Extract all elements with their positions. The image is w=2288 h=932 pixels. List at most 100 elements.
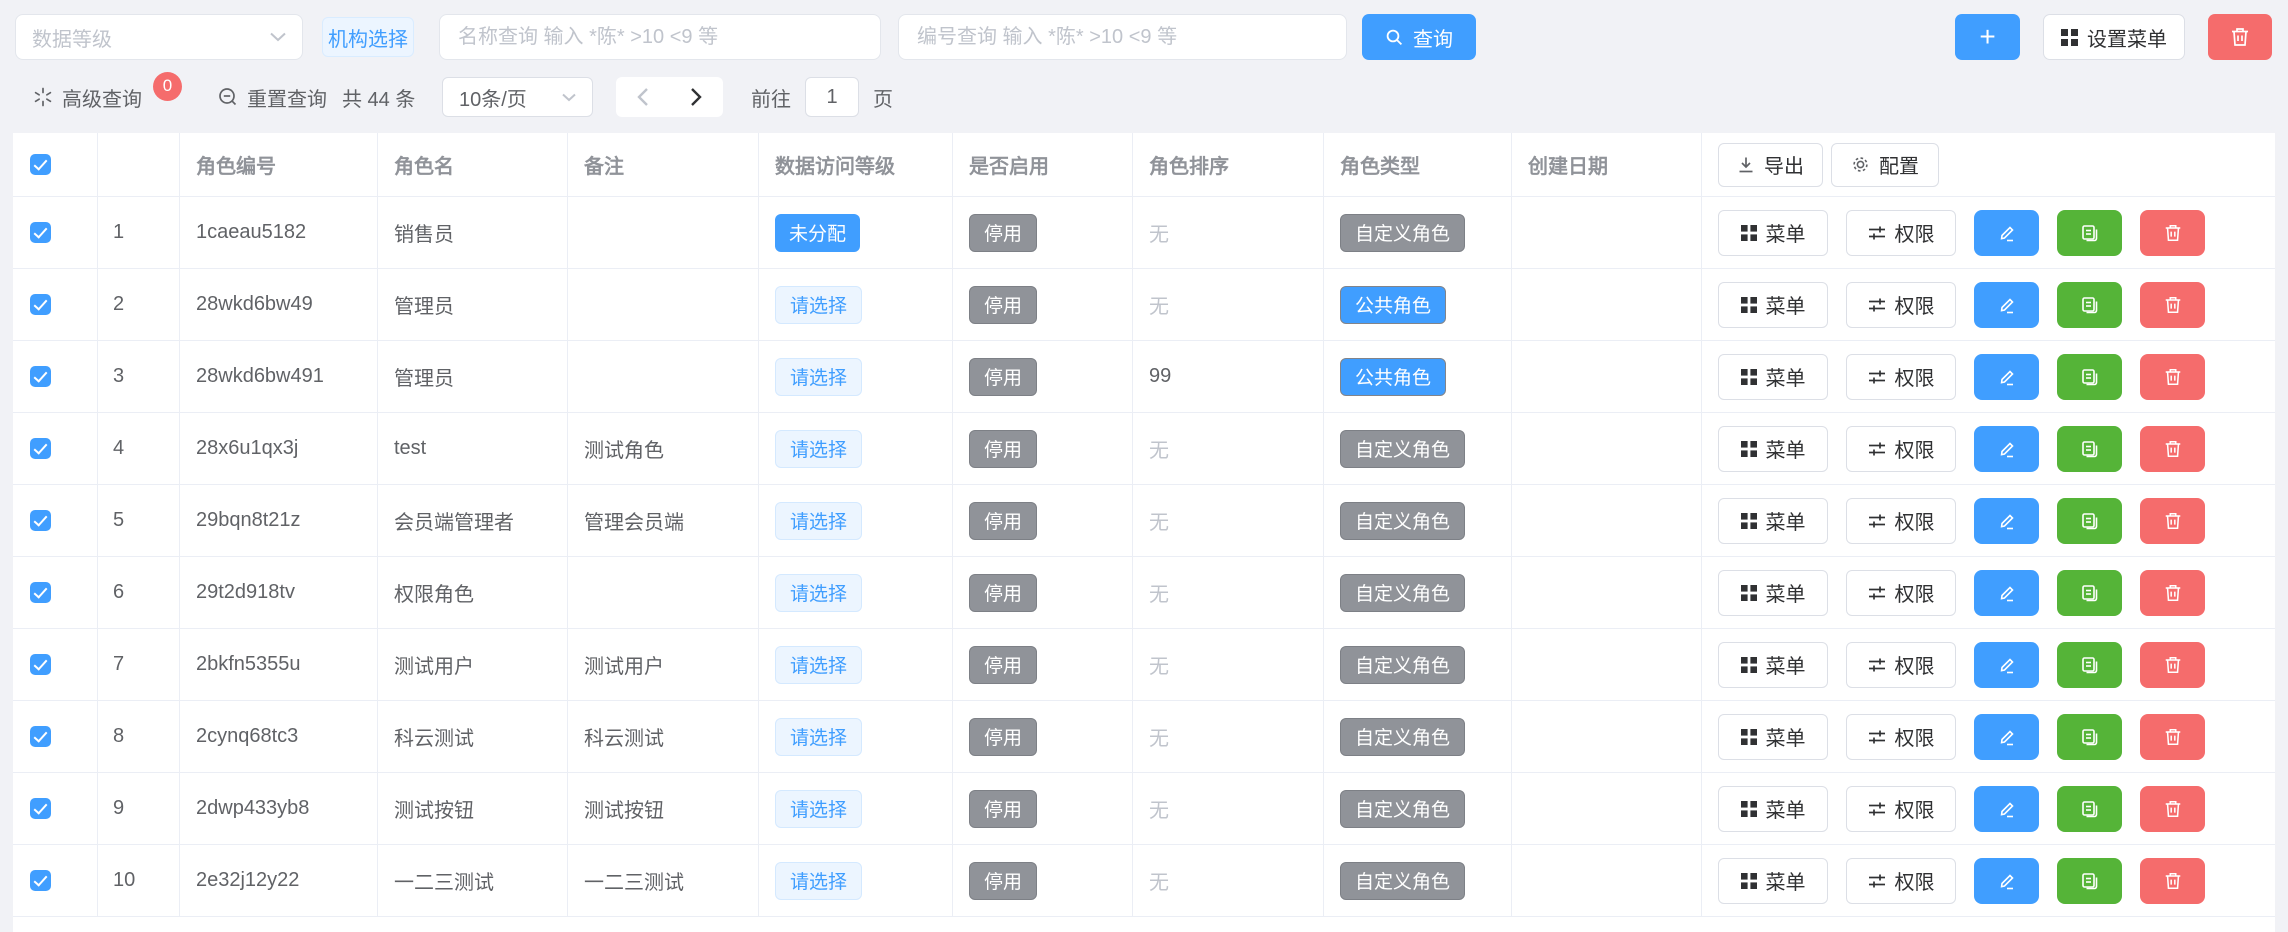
- enabled-badge[interactable]: 停用: [969, 718, 1037, 756]
- code-query-input[interactable]: [898, 14, 1347, 60]
- row-copy-button[interactable]: [2057, 786, 2122, 832]
- row-checkbox[interactable]: [30, 294, 51, 315]
- access-level-badge[interactable]: 请选择: [775, 430, 862, 468]
- pencil-icon: [1997, 367, 2017, 387]
- access-level-badge[interactable]: 请选择: [775, 574, 862, 612]
- row-edit-button[interactable]: [1974, 786, 2039, 832]
- row-edit-button[interactable]: [1974, 642, 2039, 688]
- enabled-badge[interactable]: 停用: [969, 430, 1037, 468]
- row-delete-button[interactable]: [2140, 210, 2205, 256]
- row-menu-button[interactable]: 菜单: [1718, 498, 1828, 544]
- row-permission-button[interactable]: 权限: [1846, 354, 1956, 400]
- export-button[interactable]: 导出: [1718, 143, 1823, 187]
- row-edit-button[interactable]: [1974, 498, 2039, 544]
- access-level-badge[interactable]: 请选择: [775, 718, 862, 756]
- add-button[interactable]: +: [1955, 14, 2020, 60]
- row-permission-button[interactable]: 权限: [1846, 282, 1956, 328]
- row-delete-button[interactable]: [2140, 570, 2205, 616]
- access-level-badge[interactable]: 请选择: [775, 502, 862, 540]
- config-button[interactable]: 配置: [1831, 143, 1939, 187]
- row-checkbox[interactable]: [30, 870, 51, 891]
- row-copy-button[interactable]: [2057, 498, 2122, 544]
- row-checkbox[interactable]: [30, 726, 51, 747]
- enabled-badge[interactable]: 停用: [969, 574, 1037, 612]
- select-all-checkbox[interactable]: [30, 154, 51, 175]
- enabled-badge[interactable]: 停用: [969, 790, 1037, 828]
- row-edit-button[interactable]: [1974, 210, 2039, 256]
- row-menu-button[interactable]: 菜单: [1718, 786, 1828, 832]
- org-select-button[interactable]: 机构选择: [322, 17, 414, 57]
- row-menu-button[interactable]: 菜单: [1718, 210, 1828, 256]
- enabled-badge[interactable]: 停用: [969, 862, 1037, 900]
- row-permission-button[interactable]: 权限: [1846, 858, 1956, 904]
- row-permission-button[interactable]: 权限: [1846, 498, 1956, 544]
- row-edit-button[interactable]: [1974, 858, 2039, 904]
- advanced-query-button[interactable]: 高级查询 0: [33, 77, 182, 117]
- row-permission-button[interactable]: 权限: [1846, 570, 1956, 616]
- row-checkbox[interactable]: [30, 438, 51, 459]
- row-checkbox[interactable]: [30, 582, 51, 603]
- row-menu-button[interactable]: 菜单: [1718, 858, 1828, 904]
- row-copy-button[interactable]: [2057, 570, 2122, 616]
- row-delete-button[interactable]: [2140, 426, 2205, 472]
- access-level-badge[interactable]: 请选择: [775, 646, 862, 684]
- page-size-select[interactable]: 10条/页: [442, 77, 593, 117]
- reset-query-button[interactable]: 重置查询: [218, 77, 327, 117]
- setup-menu-button[interactable]: 设置菜单: [2043, 14, 2185, 60]
- enabled-badge[interactable]: 停用: [969, 502, 1037, 540]
- row-edit-button[interactable]: [1974, 426, 2039, 472]
- row-delete-button[interactable]: [2140, 786, 2205, 832]
- name-query-input[interactable]: [439, 14, 881, 60]
- row-copy-button[interactable]: [2057, 282, 2122, 328]
- access-level-badge[interactable]: 未分配: [775, 214, 860, 252]
- row-checkbox[interactable]: [30, 510, 51, 531]
- row-checkbox[interactable]: [30, 366, 51, 387]
- row-copy-button[interactable]: [2057, 354, 2122, 400]
- row-permission-button[interactable]: 权限: [1846, 642, 1956, 688]
- row-delete-button[interactable]: [2140, 642, 2205, 688]
- row-checkbox[interactable]: [30, 798, 51, 819]
- row-menu-button[interactable]: 菜单: [1718, 714, 1828, 760]
- access-level-badge[interactable]: 请选择: [775, 862, 862, 900]
- row-menu-button[interactable]: 菜单: [1718, 282, 1828, 328]
- row-copy-button[interactable]: [2057, 714, 2122, 760]
- row-edit-button[interactable]: [1974, 714, 2039, 760]
- row-copy-button[interactable]: [2057, 642, 2122, 688]
- access-level-badge[interactable]: 请选择: [775, 358, 862, 396]
- row-copy-button[interactable]: [2057, 858, 2122, 904]
- row-menu-button[interactable]: 菜单: [1718, 642, 1828, 688]
- row-menu-button[interactable]: 菜单: [1718, 426, 1828, 472]
- access-level-badge[interactable]: 请选择: [775, 286, 862, 324]
- row-edit-button[interactable]: [1974, 354, 2039, 400]
- row-permission-button[interactable]: 权限: [1846, 426, 1956, 472]
- data-level-select[interactable]: 数据等级: [15, 14, 303, 60]
- row-checkbox[interactable]: [30, 222, 51, 243]
- row-menu-button[interactable]: 菜单: [1718, 354, 1828, 400]
- chevron-left-icon[interactable]: [636, 87, 649, 107]
- enabled-badge[interactable]: 停用: [969, 286, 1037, 324]
- row-permission-button[interactable]: 权限: [1846, 714, 1956, 760]
- row-menu-button[interactable]: 菜单: [1718, 570, 1828, 616]
- enabled-badge[interactable]: 停用: [969, 214, 1037, 252]
- row-delete-button[interactable]: [2140, 498, 2205, 544]
- row-delete-button[interactable]: [2140, 354, 2205, 400]
- row-delete-button[interactable]: [2140, 282, 2205, 328]
- enabled-badge[interactable]: 停用: [969, 358, 1037, 396]
- trash-icon: [2163, 799, 2183, 819]
- trash-icon: [2163, 871, 2183, 891]
- row-delete-button[interactable]: [2140, 714, 2205, 760]
- enabled-badge[interactable]: 停用: [969, 646, 1037, 684]
- row-permission-button[interactable]: 权限: [1846, 786, 1956, 832]
- row-copy-button[interactable]: [2057, 210, 2122, 256]
- row-edit-button[interactable]: [1974, 282, 2039, 328]
- chevron-right-icon[interactable]: [690, 87, 703, 107]
- delete-selected-button[interactable]: [2208, 14, 2272, 60]
- row-checkbox[interactable]: [30, 654, 51, 675]
- row-copy-button[interactable]: [2057, 426, 2122, 472]
- row-edit-button[interactable]: [1974, 570, 2039, 616]
- access-level-badge[interactable]: 请选择: [775, 790, 862, 828]
- row-permission-button[interactable]: 权限: [1846, 210, 1956, 256]
- goto-page-input[interactable]: [805, 77, 859, 117]
- row-delete-button[interactable]: [2140, 858, 2205, 904]
- search-button[interactable]: 查询: [1362, 14, 1476, 60]
